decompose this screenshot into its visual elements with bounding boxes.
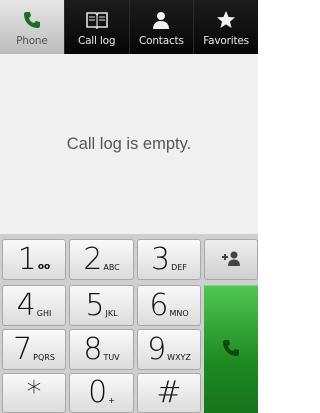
key-8[interactable]: 8 TUV <box>69 329 134 370</box>
key-digit: # <box>156 375 182 410</box>
key-letters: PQRS <box>33 353 55 362</box>
key-digit: 2 <box>83 242 103 277</box>
key-1[interactable]: 1 oo <box>2 239 66 280</box>
add-contact-button[interactable] <box>204 239 258 280</box>
key-3[interactable]: 3 DEF <box>137 239 201 280</box>
call-button[interactable] <box>204 285 258 413</box>
voicemail-icon: oo <box>37 262 51 272</box>
tab-label: Favorites <box>203 35 249 47</box>
key-5[interactable]: 5 JKL <box>69 285 134 326</box>
key-digit: 0 <box>88 375 108 410</box>
book-icon <box>85 9 108 31</box>
key-letters: ABC <box>103 263 120 272</box>
phone-icon <box>21 9 43 31</box>
tab-bar: Phone Call log Contacts Favorites <box>0 0 258 54</box>
key-digit: 4 <box>16 288 36 323</box>
key-letters: JKL <box>105 309 118 318</box>
key-letters: + <box>108 396 115 405</box>
key-4[interactable]: 4 GHI <box>2 285 66 326</box>
key-7[interactable]: 7 PQRS <box>2 329 66 370</box>
tab-call-log[interactable]: Call log <box>64 0 130 54</box>
empty-message: Call log is empty. <box>66 134 192 153</box>
call-icon <box>221 338 241 362</box>
key-digit: * <box>26 375 42 410</box>
key-digit: 3 <box>151 242 171 277</box>
key-digit: 8 <box>83 332 103 367</box>
key-letters: DEF <box>171 263 187 272</box>
key-letters: MNO <box>169 309 189 318</box>
key-digit: 5 <box>85 288 105 323</box>
tab-label: Phone <box>16 35 48 47</box>
add-contact-icon <box>220 250 242 270</box>
call-log-area: Call log is empty. <box>0 54 258 234</box>
key-digit: 9 <box>147 332 167 367</box>
tab-favorites[interactable]: Favorites <box>194 0 258 54</box>
key-9[interactable]: 9 WXYZ <box>137 329 201 370</box>
person-icon <box>150 9 172 31</box>
key-star[interactable]: * <box>2 373 66 413</box>
key-letters: TUV <box>103 353 120 362</box>
tab-phone[interactable]: Phone <box>0 0 65 54</box>
key-2[interactable]: 2 ABC <box>69 239 134 280</box>
key-digit: 7 <box>13 332 33 367</box>
key-letters: WXYZ <box>167 353 191 362</box>
tab-contacts[interactable]: Contacts <box>129 0 195 54</box>
tab-label: Call log <box>77 35 116 47</box>
tab-label: Contacts <box>139 35 184 47</box>
key-pound[interactable]: # <box>137 373 201 413</box>
key-digit: 1 <box>17 242 37 277</box>
key-6[interactable]: 6 MNO <box>137 285 201 326</box>
key-0[interactable]: 0 + <box>69 373 134 413</box>
dialpad: 1 oo 2 ABC 3 DEF 4 GHI 5 JKL 6 MNO 7 PQR… <box>0 234 258 413</box>
key-letters: GHI <box>36 309 52 318</box>
key-digit: 6 <box>149 288 169 323</box>
star-icon <box>215 9 237 31</box>
